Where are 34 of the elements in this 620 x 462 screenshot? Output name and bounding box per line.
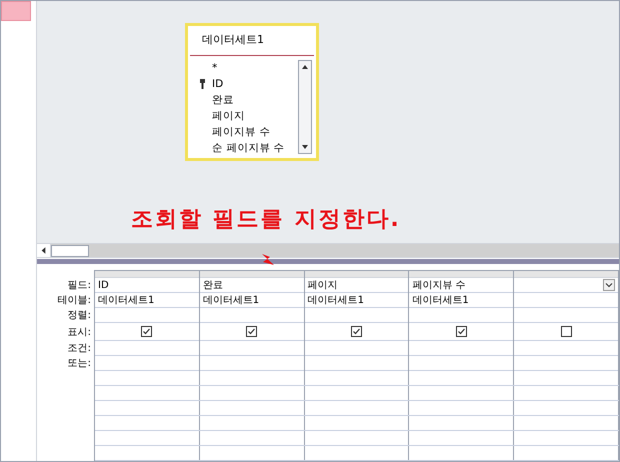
row-label: 테이블:: [58, 294, 91, 308]
show-checkbox[interactable]: [456, 326, 467, 337]
field-list-item[interactable]: 페이지: [212, 108, 245, 124]
field-list-item[interactable]: 순 페이지뷰 수: [212, 140, 285, 156]
field-cell[interactable]: 완료: [202, 278, 223, 292]
pointer-arrow-icon: [261, 253, 275, 266]
table-title: 데이터세트1: [190, 26, 314, 56]
dropdown-icon[interactable]: [602, 279, 615, 291]
field-cell[interactable]: 페이지뷰 수: [412, 278, 466, 292]
horizontal-scrollbar[interactable]: [37, 243, 619, 258]
field-cell[interactable]: 페이지: [308, 278, 338, 292]
annotation-text: 조회할 필드를 지정한다.: [131, 206, 401, 234]
row-label: 또는:: [68, 357, 91, 371]
vertical-scrollbar[interactable]: [298, 60, 312, 154]
table-cell[interactable]: 데이터세트1: [98, 292, 154, 308]
show-checkbox[interactable]: [246, 326, 258, 337]
field-list-item[interactable]: *: [212, 60, 218, 76]
row-label: 조건:: [68, 342, 91, 356]
field-list-item[interactable]: 페이지뷰 수: [212, 124, 270, 140]
row-label: 필드:: [68, 279, 91, 293]
show-checkbox[interactable]: [350, 326, 362, 337]
scroll-left-icon[interactable]: [37, 244, 51, 257]
field-list-item[interactable]: 완료: [212, 92, 234, 108]
row-label: 표시:: [68, 326, 91, 340]
show-checkbox[interactable]: [141, 326, 152, 337]
scroll-thumb[interactable]: [51, 244, 89, 256]
row-label: 정렬:: [68, 309, 91, 323]
field-cell[interactable]: ID: [98, 278, 109, 292]
table-cell[interactable]: 데이터세트1: [202, 292, 260, 308]
table-cell[interactable]: 데이터세트1: [412, 292, 469, 308]
field-list-item[interactable]: ID: [212, 76, 224, 92]
show-checkbox[interactable]: [560, 326, 572, 337]
record-selector: [1, 1, 31, 21]
table-cell[interactable]: 데이터세트1: [308, 292, 364, 308]
